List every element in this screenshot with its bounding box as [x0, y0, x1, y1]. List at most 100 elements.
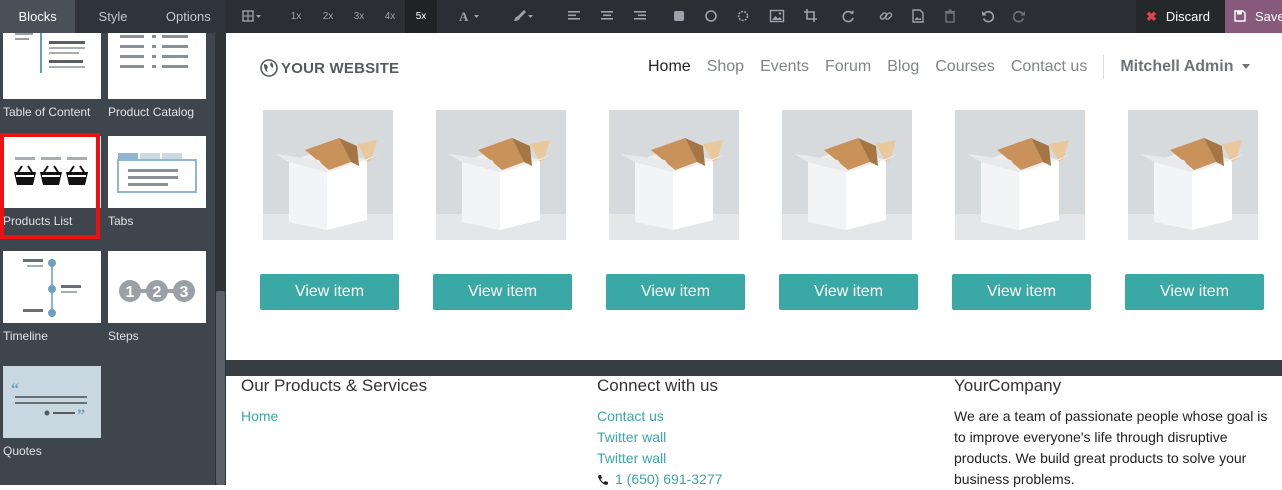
site-footer: Our Products & Services Home Connect wit… — [226, 376, 1282, 487]
size-3x-button[interactable]: 3x — [345, 0, 373, 33]
product-image[interactable] — [263, 110, 393, 240]
shape-circle-button[interactable] — [699, 0, 723, 33]
nav-item-contact-us[interactable]: Contact us — [1011, 58, 1087, 76]
nav-item-courses[interactable]: Courses — [935, 58, 995, 76]
view-item-button[interactable]: View item — [260, 274, 399, 310]
nav-item-forum[interactable]: Forum — [825, 58, 871, 76]
transform-button[interactable] — [836, 0, 860, 33]
footer-link-contact-us[interactable]: Contact us — [597, 406, 722, 427]
image-settings-button[interactable] — [906, 0, 930, 33]
logo-text: YOUR WEBSITE — [281, 59, 400, 77]
block-steps[interactable]: 1 2 3 Steps — [108, 251, 206, 343]
link-button[interactable] — [874, 0, 898, 33]
step-1-label: 1 — [126, 284, 135, 301]
block-label: Quotes — [3, 444, 42, 458]
footer-link-home[interactable]: Home — [241, 406, 427, 427]
block-products-list[interactable]: Products List — [3, 136, 101, 228]
block-table-of-content[interactable]: Table of Content — [3, 33, 101, 119]
shadow-button[interactable] — [731, 0, 755, 33]
panel-tabs: Blocks Style Options — [0, 0, 226, 33]
shape-square-button[interactable] — [667, 0, 691, 33]
footer-column-products: Our Products & Services Home — [241, 376, 427, 427]
footer-heading: YourCompany — [954, 376, 1062, 395]
product-image[interactable] — [609, 110, 739, 240]
site-logo[interactable]: YOUR WEBSITE — [260, 55, 399, 81]
font-style-button[interactable]: A — [452, 0, 488, 33]
discard-button[interactable]: ✖ Discard — [1136, 0, 1225, 33]
close-icon: ✖ — [1146, 9, 1157, 24]
nav-item-events[interactable]: Events — [760, 58, 809, 76]
footer-link-twitter-wall[interactable]: Twitter wall — [597, 427, 722, 448]
company-description: We are a team of passionate people whose… — [954, 408, 1268, 487]
align-left-button[interactable] — [562, 0, 586, 33]
size-5x-button[interactable]: 5x — [405, 0, 437, 33]
tab-style[interactable]: Style — [75, 0, 150, 33]
nav-item-blog[interactable]: Blog — [887, 58, 919, 76]
size-2x-button[interactable]: 2x — [314, 0, 342, 33]
view-item-button[interactable]: View item — [433, 274, 572, 310]
size-4x-button[interactable]: 4x — [376, 0, 404, 33]
discard-label: Discard — [1165, 9, 1210, 24]
table-of-content-thumbnail — [3, 33, 101, 99]
block-quotes[interactable]: “ ” Quotes — [3, 366, 101, 458]
font-icon: A — [459, 9, 479, 24]
product-image[interactable] — [436, 110, 566, 240]
products-list-thumbnail — [3, 136, 101, 208]
remove-button[interactable] — [938, 0, 962, 33]
tab-blocks[interactable]: Blocks — [0, 0, 76, 33]
blocks-list: Table of Content Product Catalog Product… — [0, 33, 215, 485]
undo-icon — [982, 11, 995, 23]
align-right-icon — [634, 11, 646, 20]
floppy-disk-icon — [1234, 10, 1246, 22]
scrollbar-thumb[interactable] — [216, 291, 225, 485]
product-image[interactable] — [955, 110, 1085, 240]
circle-icon — [705, 10, 717, 23]
block-tabs[interactable]: Tabs — [108, 136, 206, 228]
product-card: View item — [606, 110, 746, 310]
redo-button[interactable] — [1007, 0, 1031, 33]
rounded-square-icon — [674, 11, 684, 22]
panel-scrollbar[interactable] — [215, 33, 226, 485]
table-icon — [242, 10, 261, 23]
trash-icon — [945, 9, 955, 24]
user-menu[interactable]: Mitchell Admin — [1120, 58, 1250, 76]
nav-item-shop[interactable]: Shop — [707, 58, 744, 76]
product-card: View item — [779, 110, 919, 310]
save-label: Save — [1255, 9, 1282, 24]
snippets-panel: Blocks Style Options Table of Content Pr… — [0, 0, 226, 485]
view-item-button[interactable]: View item — [1125, 274, 1264, 310]
globe-icon — [260, 59, 278, 77]
user-name: Mitchell Admin — [1120, 58, 1234, 75]
insert-table-button[interactable] — [234, 0, 270, 33]
color-button[interactable] — [506, 0, 542, 33]
product-image[interactable] — [1128, 110, 1258, 240]
block-product-catalog[interactable]: Product Catalog — [108, 33, 206, 119]
view-item-button[interactable]: View item — [779, 274, 918, 310]
block-timeline[interactable]: Timeline — [3, 251, 101, 343]
editor-toolbar: 1x 2x 3x 4x 5x A ✖ Discard Save — [226, 0, 1282, 33]
footer-link-twitter-wall[interactable]: Twitter wall — [597, 448, 722, 469]
align-center-button[interactable] — [595, 0, 619, 33]
replace-image-button[interactable] — [765, 0, 789, 33]
size-1x-button[interactable]: 1x — [282, 0, 310, 33]
block-label: Steps — [108, 329, 139, 343]
view-item-button[interactable]: View item — [952, 274, 1091, 310]
product-image[interactable] — [782, 110, 912, 240]
save-button[interactable]: Save — [1225, 0, 1282, 33]
footer-heading: Our Products & Services — [241, 376, 428, 395]
align-right-button[interactable] — [628, 0, 652, 33]
view-item-button[interactable]: View item — [606, 274, 745, 310]
footer-top-band — [226, 360, 1282, 376]
step-2-label: 2 — [153, 284, 162, 301]
crop-icon — [804, 9, 817, 23]
undo-button[interactable] — [976, 0, 1000, 33]
crop-button[interactable] — [799, 0, 823, 33]
quotes-thumbnail: “ ” — [3, 366, 101, 438]
refresh-icon — [842, 10, 854, 23]
footer-phone-link[interactable]: 1 (650) 691-3277 — [597, 469, 722, 490]
tab-options[interactable]: Options — [151, 0, 226, 33]
image-icon — [769, 10, 785, 23]
block-label: Product Catalog — [108, 105, 195, 119]
nav-item-home[interactable]: Home — [648, 58, 691, 76]
redo-icon — [1012, 11, 1025, 23]
